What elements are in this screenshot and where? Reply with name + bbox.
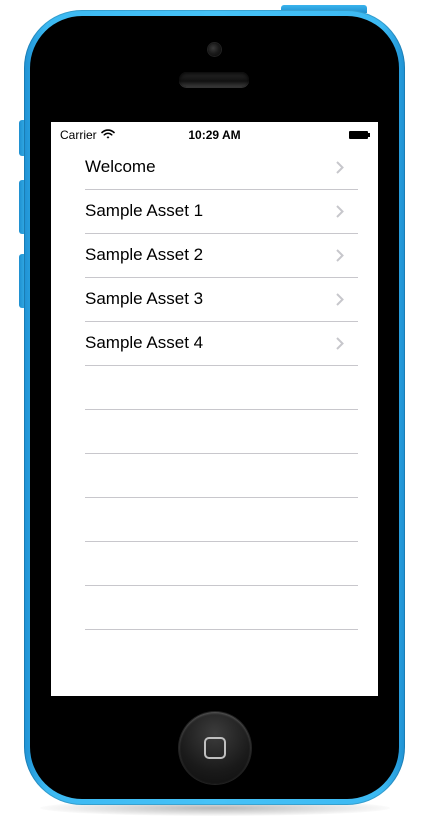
- chevron-right-icon: [336, 161, 344, 174]
- table-row[interactable]: Sample Asset 2: [85, 234, 358, 278]
- empty-table-row: [85, 454, 358, 498]
- home-button[interactable]: [179, 712, 251, 784]
- simulator-stage: Carrier 10:29 AM Welcome Sample Asset 1 Sa…: [0, 0, 427, 829]
- front-camera: [208, 43, 221, 56]
- battery-icon: [349, 131, 370, 139]
- device-screen: Carrier 10:29 AM Welcome Sample Asset 1 Sa…: [51, 122, 378, 696]
- table-row[interactable]: Sample Asset 4: [85, 322, 358, 366]
- table-row[interactable]: Sample Asset 1: [85, 190, 358, 234]
- home-square-icon: [204, 737, 226, 759]
- chevron-right-icon: [336, 249, 344, 262]
- row-label: Sample Asset 3: [85, 289, 204, 308]
- table-row[interactable]: Welcome: [85, 146, 358, 190]
- chevron-right-icon: [336, 205, 344, 218]
- row-label: Welcome: [85, 157, 156, 176]
- row-label: Sample Asset 4: [85, 333, 204, 352]
- status-bar: Carrier 10:29 AM: [51, 122, 378, 146]
- earpiece-speaker: [179, 72, 249, 87]
- chevron-right-icon: [336, 293, 344, 306]
- empty-table-row: [85, 542, 358, 586]
- row-label: Sample Asset 2: [85, 245, 204, 264]
- empty-table-row: [85, 498, 358, 542]
- empty-table-row: [85, 366, 358, 410]
- status-time: 10:29 AM: [188, 128, 241, 142]
- empty-table-row: [85, 410, 358, 454]
- table-row[interactable]: Sample Asset 3: [85, 278, 358, 322]
- empty-table-row: [85, 586, 358, 630]
- chevron-right-icon: [336, 337, 344, 350]
- row-label: Sample Asset 1: [85, 201, 204, 220]
- asset-table: Welcome Sample Asset 1 Sample Asset 2 Sampl…: [51, 146, 378, 630]
